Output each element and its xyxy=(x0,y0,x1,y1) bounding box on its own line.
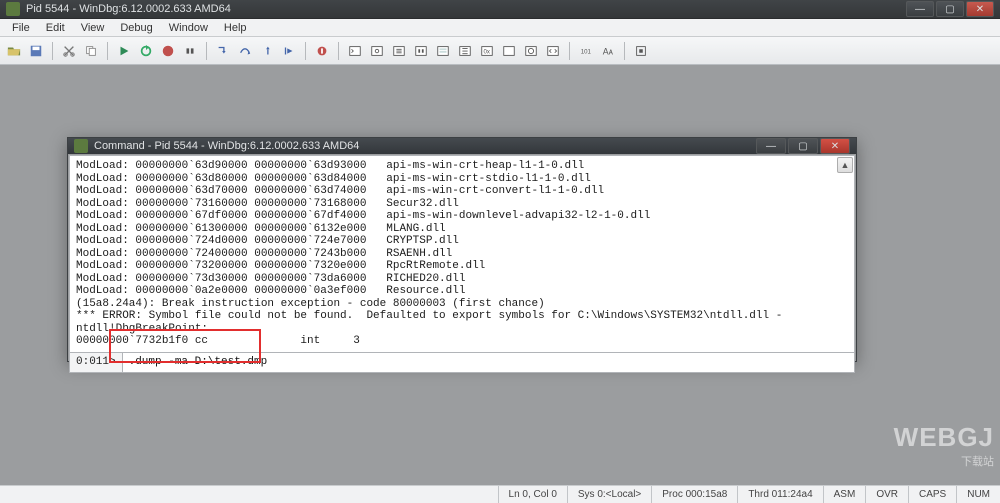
tb-go-icon[interactable] xyxy=(114,41,134,61)
cmd-icon xyxy=(74,139,88,153)
statusbar: Ln 0, Col 0 Sys 0:<Local> Proc 000:15a8 … xyxy=(0,485,1000,503)
app-window: Pid 5544 - WinDbg:6.12.0002.633 AMD64 — … xyxy=(0,0,1000,503)
watermark: WEBGJ 下载站 xyxy=(894,422,994,469)
cmd-maximize-button[interactable]: ▢ xyxy=(788,138,818,154)
status-thrd: Thrd 011:24a4 xyxy=(737,486,822,503)
tb-disasmwin-icon[interactable]: 0x xyxy=(477,41,497,61)
tb-callstackwin-icon[interactable] xyxy=(455,41,475,61)
status-proc: Proc 000:15a8 xyxy=(651,486,737,503)
toolbar-sep xyxy=(338,42,339,60)
menubar: File Edit View Debug Window Help xyxy=(0,19,1000,37)
tb-watchwin-icon[interactable] xyxy=(367,41,387,61)
toolbar: 0x 101 Aᴀ xyxy=(0,37,1000,65)
toolbar-sep xyxy=(624,42,625,60)
status-asm: ASM xyxy=(823,486,866,503)
tb-stepover-icon[interactable] xyxy=(235,41,255,61)
tb-font-icon[interactable]: Aᴀ xyxy=(598,41,618,61)
menu-window[interactable]: Window xyxy=(161,19,216,36)
cmd-close-button[interactable]: ✕ xyxy=(820,138,850,154)
status-ovr: OVR xyxy=(865,486,908,503)
tb-scratchwin-icon[interactable] xyxy=(499,41,519,61)
tb-srcwin-icon[interactable] xyxy=(543,41,563,61)
tb-copy-icon[interactable] xyxy=(81,41,101,61)
toolbar-sep xyxy=(305,42,306,60)
prompt-label: 0:011> xyxy=(70,353,123,372)
tb-open-icon[interactable] xyxy=(4,41,24,61)
status-num: NUM xyxy=(956,486,1000,503)
watermark-main: WEBGJ xyxy=(894,422,994,452)
watermark-sub: 下载站 xyxy=(894,453,994,469)
tb-break-icon[interactable] xyxy=(180,41,200,61)
toolbar-sep xyxy=(206,42,207,60)
menu-file[interactable]: File xyxy=(4,19,38,36)
app-icon xyxy=(6,2,20,16)
command-output[interactable]: ModLoad: 00000000`63d90000 00000000`63d9… xyxy=(70,156,854,352)
command-input[interactable] xyxy=(123,353,854,372)
tb-binary-icon[interactable]: 101 xyxy=(576,41,596,61)
tb-restart-icon[interactable] xyxy=(136,41,156,61)
tb-procwin-icon[interactable] xyxy=(521,41,541,61)
app-title: Pid 5544 - WinDbg:6.12.0002.633 AMD64 xyxy=(26,3,904,15)
tb-stepout-icon[interactable] xyxy=(257,41,277,61)
menu-help[interactable]: Help xyxy=(216,19,255,36)
tb-save-icon[interactable] xyxy=(26,41,46,61)
maximize-button[interactable]: ▢ xyxy=(936,1,964,17)
menu-edit[interactable]: Edit xyxy=(38,19,73,36)
workspace: Command - Pid 5544 - WinDbg:6.12.0002.63… xyxy=(0,65,1000,485)
command-titlebar[interactable]: Command - Pid 5544 - WinDbg:6.12.0002.63… xyxy=(68,138,856,154)
command-window-controls: — ▢ ✕ xyxy=(754,138,850,154)
close-button[interactable]: ✕ xyxy=(966,1,994,17)
cmd-minimize-button[interactable]: — xyxy=(756,138,786,154)
window-controls: — ▢ ✕ xyxy=(904,1,994,17)
tb-localswin-icon[interactable] xyxy=(389,41,409,61)
command-body: ModLoad: 00000000`63d90000 00000000`63d9… xyxy=(69,155,855,373)
toolbar-sep xyxy=(52,42,53,60)
tb-options-icon[interactable] xyxy=(631,41,651,61)
menu-view[interactable]: View xyxy=(73,19,113,36)
command-title: Command - Pid 5544 - WinDbg:6.12.0002.63… xyxy=(94,140,754,152)
tb-memwin-icon[interactable] xyxy=(433,41,453,61)
tb-breakpoint-icon[interactable] xyxy=(312,41,332,61)
status-caps: CAPS xyxy=(908,486,956,503)
toolbar-sep xyxy=(569,42,570,60)
status-sys: Sys 0:<Local> xyxy=(567,486,651,503)
status-lncol: Ln 0, Col 0 xyxy=(498,486,567,503)
svg-text:0x: 0x xyxy=(484,48,490,55)
prompt-row: 0:011> xyxy=(70,352,854,372)
tb-stepinto-icon[interactable] xyxy=(213,41,233,61)
minimize-button[interactable]: — xyxy=(906,1,934,17)
svg-text:101: 101 xyxy=(581,48,592,55)
tb-stop-icon[interactable] xyxy=(158,41,178,61)
tb-regwin-icon[interactable] xyxy=(411,41,431,61)
svg-text:Aᴀ: Aᴀ xyxy=(603,46,614,56)
toolbar-sep xyxy=(107,42,108,60)
scroll-up-button[interactable]: ▲ xyxy=(837,157,853,173)
titlebar[interactable]: Pid 5544 - WinDbg:6.12.0002.633 AMD64 — … xyxy=(0,0,1000,19)
tb-cmdwin-icon[interactable] xyxy=(345,41,365,61)
tb-runto-icon[interactable] xyxy=(279,41,299,61)
tb-cut-icon[interactable] xyxy=(59,41,79,61)
menu-debug[interactable]: Debug xyxy=(112,19,160,36)
command-window: Command - Pid 5544 - WinDbg:6.12.0002.63… xyxy=(67,137,857,362)
